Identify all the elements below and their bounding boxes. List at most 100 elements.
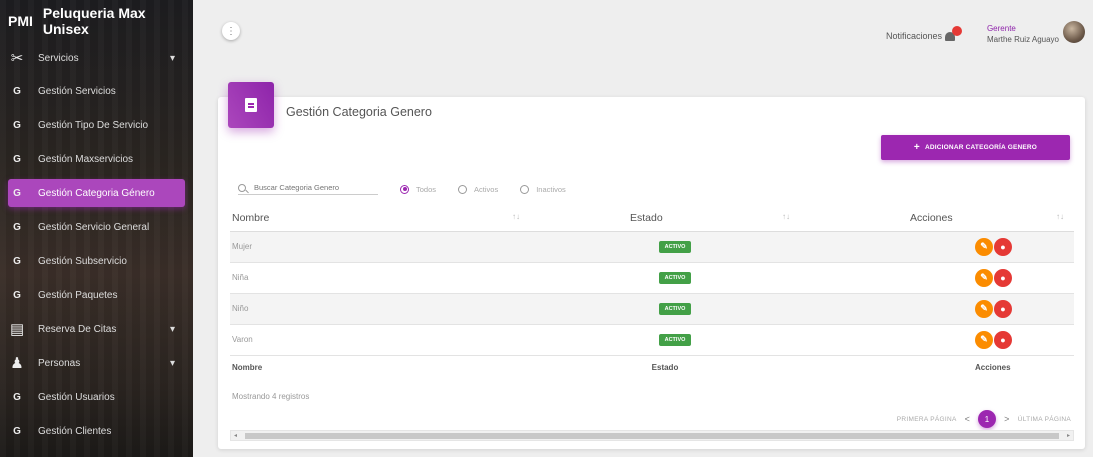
sidebar-item-initial: G xyxy=(13,153,21,165)
caret-icon: ▾ xyxy=(169,52,175,64)
filter-todos-radio[interactable]: Todos xyxy=(400,184,436,194)
status-badge: ACTIVO xyxy=(658,271,692,284)
sidebar-section-label: Personas xyxy=(38,357,81,369)
last-page-link[interactable]: ÚLTIMA PÁGINA xyxy=(1018,416,1071,423)
scissors-icon: ✂ xyxy=(10,50,24,67)
scroll-left-icon[interactable]: ◂ xyxy=(234,431,237,441)
cell-estado: ACTIVO xyxy=(530,293,800,325)
cell-nombre: Varon xyxy=(230,324,530,356)
sidebar-section-label: Reserva De Citas xyxy=(38,323,117,335)
delete-button[interactable]: ● xyxy=(994,330,1012,349)
search-icon xyxy=(238,183,246,192)
bell-icon xyxy=(945,26,962,42)
radio-label: Activos xyxy=(474,184,499,194)
add-category-button[interactable]: + ADICIONAR CATEGORÍA GENERO xyxy=(881,135,1070,160)
sidebar-item-initial: G xyxy=(13,425,21,437)
sidebar-item-initial: G xyxy=(13,221,21,233)
sidebar-item-label: Gestión Servicio General xyxy=(38,221,150,233)
current-page-button[interactable]: 1 xyxy=(978,410,997,428)
brand-abbr: PMI xyxy=(8,13,33,29)
sidebar: PMI Peluqueria Max Unisex ✂ Servicios ▾ … xyxy=(0,0,193,457)
sort-icon[interactable]: ↑↓ xyxy=(512,212,520,221)
sidebar-item-initial: G xyxy=(13,85,21,97)
clipboard-icon xyxy=(245,98,257,112)
filter-activos-radio[interactable]: Activos xyxy=(458,184,499,194)
sidebar-item-initial: G xyxy=(13,289,21,301)
filter-inactivos-radio[interactable]: Inactivos xyxy=(520,184,566,194)
page-title: Gestión Categoria Genero xyxy=(286,105,432,119)
column-header-estado[interactable]: Estado ↑↓ xyxy=(530,205,800,232)
sort-icon[interactable]: ↑↓ xyxy=(1056,212,1064,221)
pencil-icon: ✎ xyxy=(980,272,988,282)
cell-acciones: ✎ ● xyxy=(800,324,1074,356)
prev-page-icon[interactable]: < xyxy=(965,414,971,424)
sidebar-item-gestion-servicios[interactable]: G Gestión Servicios xyxy=(0,74,193,108)
avatar[interactable] xyxy=(1063,21,1085,43)
delete-button[interactable]: ● xyxy=(994,237,1012,256)
sidebar-item-clientes[interactable]: G Gestión Clientes xyxy=(0,414,193,448)
edit-button[interactable]: ✎ xyxy=(975,330,993,349)
header-label: Acciones xyxy=(910,211,953,224)
sidebar-item-label: Gestión Tipo De Servicio xyxy=(38,119,149,131)
sidebar-item-paquetes[interactable]: G Gestión Paquetes xyxy=(0,278,193,312)
edit-button[interactable]: ✎ xyxy=(975,268,993,287)
horizontal-scrollbar[interactable]: ◂ ▸ xyxy=(230,430,1074,441)
scroll-right-icon[interactable]: ▸ xyxy=(1067,431,1070,441)
edit-button[interactable]: ✎ xyxy=(975,237,993,256)
sidebar-section-reservas[interactable]: ▤ Reserva De Citas ▾ xyxy=(0,312,193,346)
sidebar-item-label: Gestión Usuarios xyxy=(38,391,115,403)
notification-dot xyxy=(952,26,962,36)
sidebar-item-initial: G xyxy=(13,187,21,199)
header-label: Nombre xyxy=(232,211,270,224)
cell-acciones: ✎ ● xyxy=(800,231,1074,263)
cell-acciones: ✎ ● xyxy=(800,293,1074,325)
user-info[interactable]: Gerente Marthe Ruiz Aguayo xyxy=(987,24,1059,44)
sidebar-item-subservicio[interactable]: G Gestión Subservicio xyxy=(0,244,193,278)
notifications-button[interactable]: Notificaciones xyxy=(885,26,962,42)
first-page-link[interactable]: PRIMERA PÁGINA xyxy=(897,416,957,423)
status-badge: ACTIVO xyxy=(658,333,692,346)
caret-icon: ▾ xyxy=(169,357,175,369)
pencil-icon: ✎ xyxy=(980,334,988,344)
delete-button[interactable]: ● xyxy=(994,299,1012,318)
sidebar-item-initial: G xyxy=(13,119,21,131)
comment-icon: ● xyxy=(1000,334,1006,345)
delete-button[interactable]: ● xyxy=(994,268,1012,287)
cell-nombre: Niño xyxy=(230,293,530,325)
cell-nombre: Mujer xyxy=(230,231,530,263)
radio-label: Inactivos xyxy=(536,184,566,194)
notifications-label: Notificaciones xyxy=(885,31,942,41)
pencil-icon: ✎ xyxy=(980,241,988,251)
sidebar-item-categoria-genero[interactable]: G Gestión Categoria Género xyxy=(8,179,185,207)
card-header-icon xyxy=(228,82,274,128)
search-input[interactable] xyxy=(254,183,369,192)
table-row: Niña ACTIVO ✎ ● xyxy=(230,262,1074,294)
cell-acciones: ✎ ● xyxy=(800,262,1074,294)
status-badge: ACTIVO xyxy=(658,240,692,253)
more-menu-button[interactable]: ⋮ xyxy=(222,22,240,40)
next-page-icon[interactable]: > xyxy=(1004,414,1010,424)
sidebar-item-tipo-servicio[interactable]: G Gestión Tipo De Servicio xyxy=(0,108,193,142)
column-header-nombre[interactable]: Nombre ↑↓ xyxy=(230,205,530,232)
cell-nombre: Niña xyxy=(230,262,530,294)
sidebar-item-servicio-general[interactable]: G Gestión Servicio General xyxy=(0,210,193,244)
sort-icon[interactable]: ↑↓ xyxy=(782,212,790,221)
edit-button[interactable]: ✎ xyxy=(975,299,993,318)
sidebar-item-maxservicios[interactable]: G Gestión Maxservicios xyxy=(0,142,193,176)
column-header-acciones: Acciones ↑↓ xyxy=(800,205,1074,232)
search-box xyxy=(238,183,378,195)
radio-unchecked-icon xyxy=(458,184,468,194)
sidebar-section-label: Servicios xyxy=(38,52,79,64)
comment-icon: ● xyxy=(1000,303,1006,314)
header-label: Estado xyxy=(630,211,663,224)
sidebar-section-personas[interactable]: ♟ Personas ▾ xyxy=(0,346,193,380)
user-name: Marthe Ruiz Aguayo xyxy=(986,35,1059,44)
sidebar-section-servicios[interactable]: ✂ Servicios ▾ xyxy=(0,42,193,74)
comment-icon: ● xyxy=(1000,241,1006,252)
cell-estado: ACTIVO xyxy=(530,262,800,294)
scrollbar-thumb[interactable] xyxy=(245,433,1059,439)
brand[interactable]: PMI Peluqueria Max Unisex xyxy=(0,0,193,42)
topbar: ⋮ Notificaciones Gerente Marthe Ruiz Agu… xyxy=(193,0,1093,60)
filters-bar: Todos Activos Inactivos xyxy=(238,183,566,195)
sidebar-item-usuarios[interactable]: G Gestión Usuarios xyxy=(0,380,193,414)
